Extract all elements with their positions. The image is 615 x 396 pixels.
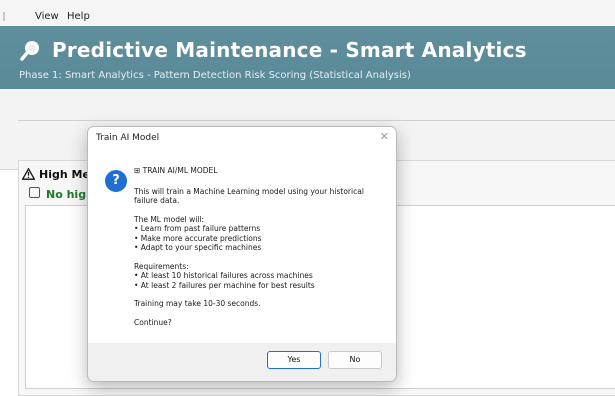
- close-icon[interactable]: ✕: [380, 130, 389, 143]
- search-icon: [20, 41, 39, 61]
- high-risk-heading: High Me: [39, 168, 90, 181]
- app-header: Predictive Maintenance - Smart Analytics…: [0, 26, 615, 89]
- dialog-title: Train AI Model: [96, 133, 160, 143]
- dialog-heading: ⊞ TRAIN AI/ML MODEL: [134, 166, 218, 175]
- toolbar-divider: [18, 120, 615, 121]
- app-title: Predictive Maintenance - Smart Analytics: [52, 38, 527, 62]
- warning-icon: [22, 168, 35, 180]
- dialog-paragraph-continue: Continue?: [134, 317, 172, 327]
- train-model-dialog: Train AI Model ✕ ? ⊞ TRAIN AI/ML MODEL T…: [87, 126, 397, 382]
- info-icon: ?: [105, 170, 127, 192]
- menu-bar-edge: [3, 12, 5, 21]
- dialog-paragraph-duration: Training may take 10-30 seconds.: [134, 299, 261, 308]
- dialog-paragraph-requirements: Requirements: • At least 10 historical f…: [134, 261, 315, 290]
- yes-button[interactable]: Yes: [267, 351, 321, 369]
- dialog-paragraph-intro: This will train a Machine Learning model…: [134, 186, 364, 206]
- no-button[interactable]: No: [328, 351, 382, 369]
- dialog-message: ⊞ TRAIN AI/ML MODEL This will train a Ma…: [134, 166, 389, 336]
- dialog-titlebar: Train AI Model ✕: [88, 127, 396, 149]
- app-subtitle: Phase 1: Smart Analytics - Pattern Detec…: [19, 70, 411, 81]
- check-icon: [29, 187, 40, 198]
- dialog-footer: Yes No: [88, 343, 396, 381]
- menu-help[interactable]: Help: [67, 11, 90, 22]
- menu-view[interactable]: View: [35, 11, 59, 22]
- dialog-paragraph-features: The ML model will: • Learn from past fai…: [134, 214, 262, 253]
- menu-bar: View Help: [0, 0, 615, 26]
